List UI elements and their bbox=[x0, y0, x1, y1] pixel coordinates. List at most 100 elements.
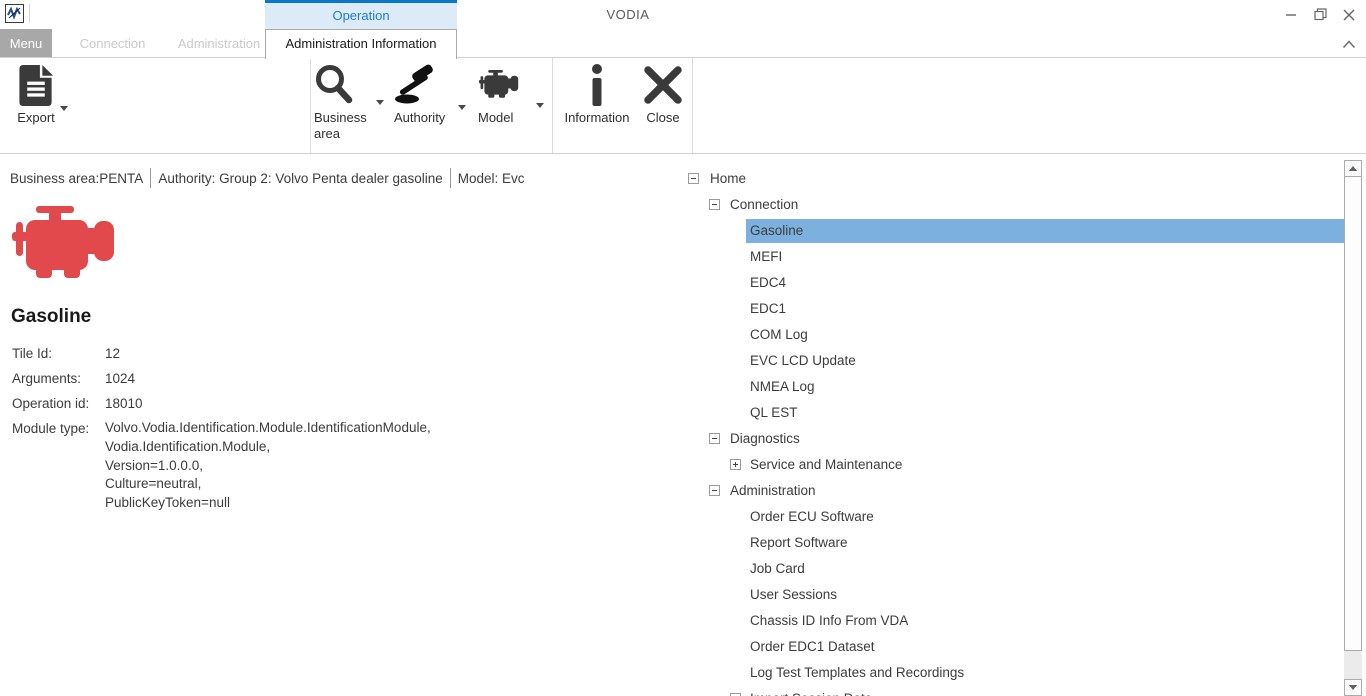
information-button[interactable]: Information bbox=[556, 58, 638, 126]
triangle-up-icon bbox=[1349, 166, 1357, 171]
window-title: VODIA bbox=[558, 7, 698, 22]
detail-label: Arguments: bbox=[12, 366, 105, 391]
tree-item-label: EDC4 bbox=[750, 270, 786, 296]
status-model: Model: Evc bbox=[458, 171, 525, 186]
tree-item-label: MEFI bbox=[750, 244, 782, 270]
collapse-icon[interactable] bbox=[709, 433, 720, 444]
tree-item[interactable]: EDC1 bbox=[686, 296, 1344, 322]
close-label: Close bbox=[640, 110, 686, 126]
triangle-down-icon bbox=[1349, 685, 1357, 690]
tree-item[interactable]: Import Session Data bbox=[686, 686, 1344, 696]
title-bar: VODIA bbox=[0, 0, 1366, 29]
tree-item[interactable]: Connection bbox=[686, 192, 1344, 218]
business-area-dropdown-caret-icon[interactable] bbox=[376, 100, 384, 105]
status-separator bbox=[150, 168, 151, 188]
collapse-icon[interactable] bbox=[688, 173, 699, 184]
chevron-up-icon bbox=[1342, 40, 1356, 49]
tree-item[interactable]: Diagnostics bbox=[686, 426, 1344, 452]
tree-item[interactable]: COM Log bbox=[686, 322, 1344, 348]
status-authority: Authority: Group 2: Volvo Penta dealer g… bbox=[158, 171, 442, 186]
menu-row: Menu Connection Administration bbox=[0, 29, 278, 57]
tree-item-label: Order EDC1 Dataset bbox=[750, 634, 875, 660]
gavel-icon bbox=[394, 63, 456, 107]
close-window-button[interactable] bbox=[1334, 0, 1364, 29]
minimize-button[interactable] bbox=[1276, 0, 1306, 29]
authority-dropdown-caret-icon[interactable] bbox=[458, 105, 466, 110]
vodia-window: VODIA Operation Menu Connection Administ… bbox=[0, 0, 1366, 696]
menu-item-administration[interactable]: Administration bbox=[160, 29, 278, 57]
scroll-down-button[interactable] bbox=[1344, 679, 1362, 696]
tree-item[interactable]: Administration bbox=[686, 478, 1344, 504]
tree-item[interactable]: Job Card bbox=[686, 556, 1344, 582]
engine-icon bbox=[478, 63, 536, 107]
model-button[interactable]: Model bbox=[478, 58, 536, 126]
menu-item-connection[interactable]: Connection bbox=[65, 29, 160, 57]
export-button[interactable]: Export bbox=[8, 58, 64, 126]
export-label: Export bbox=[8, 110, 64, 126]
export-document-icon bbox=[8, 63, 64, 107]
detail-label: Tile Id: bbox=[12, 341, 105, 366]
tree-item-label: Administration bbox=[730, 478, 816, 504]
ribbon-toolbar: Export Business area bbox=[0, 57, 1366, 154]
tree-item[interactable]: Report Software bbox=[686, 530, 1344, 556]
tree-item-label: Job Card bbox=[750, 556, 805, 582]
tree-item[interactable]: EVC LCD Update bbox=[686, 348, 1344, 374]
tree-item-label: Connection bbox=[730, 192, 798, 218]
business-area-label: Business area bbox=[314, 110, 376, 142]
tab-administration-information[interactable]: Administration Information bbox=[265, 29, 457, 59]
ribbon-separator bbox=[692, 58, 693, 153]
export-dropdown-caret-icon[interactable] bbox=[60, 106, 68, 111]
scrollbar-thumb[interactable] bbox=[1344, 177, 1362, 651]
tree-item[interactable]: NMEA Log bbox=[686, 374, 1344, 400]
navigation-tree: HomeConnectionGasolineMEFIEDC4EDC1COM Lo… bbox=[686, 166, 1344, 696]
tree-item-label: QL EST bbox=[750, 400, 798, 426]
titlebar-separator bbox=[29, 4, 30, 23]
tree-item[interactable]: EDC4 bbox=[686, 270, 1344, 296]
tree-scrollbar[interactable] bbox=[1344, 160, 1362, 696]
tree-item[interactable]: Order EDC1 Dataset bbox=[686, 634, 1344, 660]
detail-value: 1024 bbox=[105, 366, 431, 391]
tree-item[interactable]: Log Test Templates and Recordings bbox=[686, 660, 1344, 686]
tree-item-label: Home bbox=[710, 166, 746, 192]
tree-item-label: EVC LCD Update bbox=[750, 348, 856, 374]
tree-item[interactable]: QL EST bbox=[686, 400, 1344, 426]
selection-highlight bbox=[746, 219, 1344, 243]
tree-item[interactable]: Gasoline bbox=[686, 218, 1344, 244]
tree-item[interactable]: Home bbox=[686, 166, 1344, 192]
tree-item-label: Diagnostics bbox=[730, 426, 800, 452]
ribbon-separator bbox=[552, 58, 553, 153]
information-icon bbox=[556, 63, 638, 107]
collapse-icon[interactable] bbox=[709, 199, 720, 210]
tab-operation[interactable]: Operation bbox=[265, 0, 457, 29]
status-separator bbox=[450, 168, 451, 188]
tree-item-label: NMEA Log bbox=[750, 374, 815, 400]
tree-item[interactable]: MEFI bbox=[686, 244, 1344, 270]
tree-item[interactable]: Order ECU Software bbox=[686, 504, 1344, 530]
status-business-area: Business area:PENTA bbox=[10, 171, 143, 186]
information-label: Information bbox=[556, 110, 638, 126]
scroll-up-button[interactable] bbox=[1344, 160, 1362, 177]
tree-item[interactable]: Service and Maintenance bbox=[686, 452, 1344, 478]
tree-item-label: Log Test Templates and Recordings bbox=[750, 660, 964, 686]
close-button[interactable]: Close bbox=[640, 58, 686, 126]
model-dropdown-caret-icon[interactable] bbox=[536, 103, 544, 108]
detail-value: 12 bbox=[105, 341, 431, 366]
detail-properties: Tile Id: 12 Arguments: 1024 Operation id… bbox=[12, 341, 431, 513]
restore-button[interactable] bbox=[1305, 0, 1335, 29]
collapse-icon[interactable] bbox=[709, 485, 720, 496]
authority-button[interactable]: Authority bbox=[394, 58, 456, 126]
tree-item-label: Import Session Data bbox=[750, 686, 872, 696]
business-area-button[interactable]: Business area bbox=[314, 58, 376, 142]
tree-item-label: Order ECU Software bbox=[750, 504, 874, 530]
menu-button[interactable]: Menu bbox=[0, 29, 52, 57]
tree-item-label: COM Log bbox=[750, 322, 808, 348]
expand-icon[interactable] bbox=[730, 459, 741, 470]
app-logo-icon bbox=[5, 4, 24, 23]
tree-item[interactable]: Chassis ID Info From VDA bbox=[686, 608, 1344, 634]
tree-item-label: Service and Maintenance bbox=[750, 452, 902, 478]
context-status-bar: Business area:PENTA Authority: Group 2: … bbox=[10, 167, 525, 189]
scrollbar-track[interactable] bbox=[1344, 651, 1362, 679]
ribbon-separator bbox=[310, 58, 311, 153]
collapse-ribbon-button[interactable] bbox=[1340, 36, 1358, 52]
tree-item[interactable]: User Sessions bbox=[686, 582, 1344, 608]
